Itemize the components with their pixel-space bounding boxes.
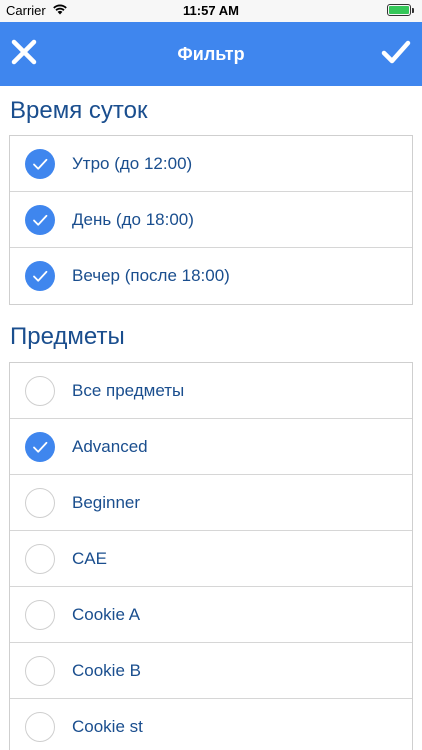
subjects-filter-list: Все предметы Advanced Beginner CAE Cooki…	[9, 362, 413, 750]
checkbox-unchecked-icon	[25, 544, 55, 574]
checkbox-checked-icon	[25, 432, 55, 462]
section-title-subjects: Предметы	[10, 323, 125, 350]
filter-row-cookie-st[interactable]: Cookie st	[10, 699, 412, 750]
status-time: 11:57 AM	[183, 3, 239, 18]
time-filter-list: Утро (до 12:00) День (до 18:00) Вечер (п…	[9, 135, 413, 305]
checkbox-unchecked-icon	[25, 656, 55, 686]
filter-row-cookie-a[interactable]: Cookie A	[10, 587, 412, 643]
filter-row-label: Beginner	[72, 493, 141, 512]
status-bar: Carrier 11:57 AM	[0, 0, 422, 22]
nav-bar: Фильтр	[0, 22, 422, 86]
checkbox-checked-icon	[25, 261, 55, 291]
filter-row-label: Все предметы	[72, 381, 185, 400]
filter-row-label: Cookie B	[72, 661, 141, 680]
filter-row-label: Advanced	[72, 437, 148, 456]
checkbox-checked-icon	[25, 205, 55, 235]
filter-row-all-subjects[interactable]: Все предметы	[10, 363, 412, 419]
checkbox-checked-icon	[25, 149, 55, 179]
filter-row-label: Утро (до 12:00)	[72, 154, 193, 173]
filter-row-label: CAE	[72, 549, 107, 568]
battery-icon	[387, 4, 414, 16]
filter-row-advanced[interactable]: Advanced	[10, 419, 412, 475]
checkbox-unchecked-icon	[25, 712, 55, 742]
page-title: Фильтр	[177, 44, 245, 64]
filter-row-cookie-b[interactable]: Cookie B	[10, 643, 412, 699]
filter-row-label: День (до 18:00)	[72, 210, 194, 229]
checkbox-unchecked-icon	[25, 488, 55, 518]
filter-row-cae[interactable]: CAE	[10, 531, 412, 587]
filter-row-label: Cookie A	[72, 605, 141, 624]
filter-row-label: Вечер (после 18:00)	[72, 266, 230, 285]
checkmark-icon	[381, 40, 411, 64]
checkbox-unchecked-icon	[25, 600, 55, 630]
checkbox-unchecked-icon	[25, 376, 55, 406]
filter-row-label: Cookie st	[72, 717, 143, 736]
battery-fill	[389, 6, 409, 14]
filter-row-evening[interactable]: Вечер (после 18:00)	[10, 248, 412, 304]
filter-row-day[interactable]: День (до 18:00)	[10, 192, 412, 248]
filter-row-beginner[interactable]: Beginner	[10, 475, 412, 531]
confirm-button[interactable]	[380, 36, 412, 68]
section-title-time: Время суток	[10, 97, 148, 124]
filter-row-morning[interactable]: Утро (до 12:00)	[10, 136, 412, 192]
